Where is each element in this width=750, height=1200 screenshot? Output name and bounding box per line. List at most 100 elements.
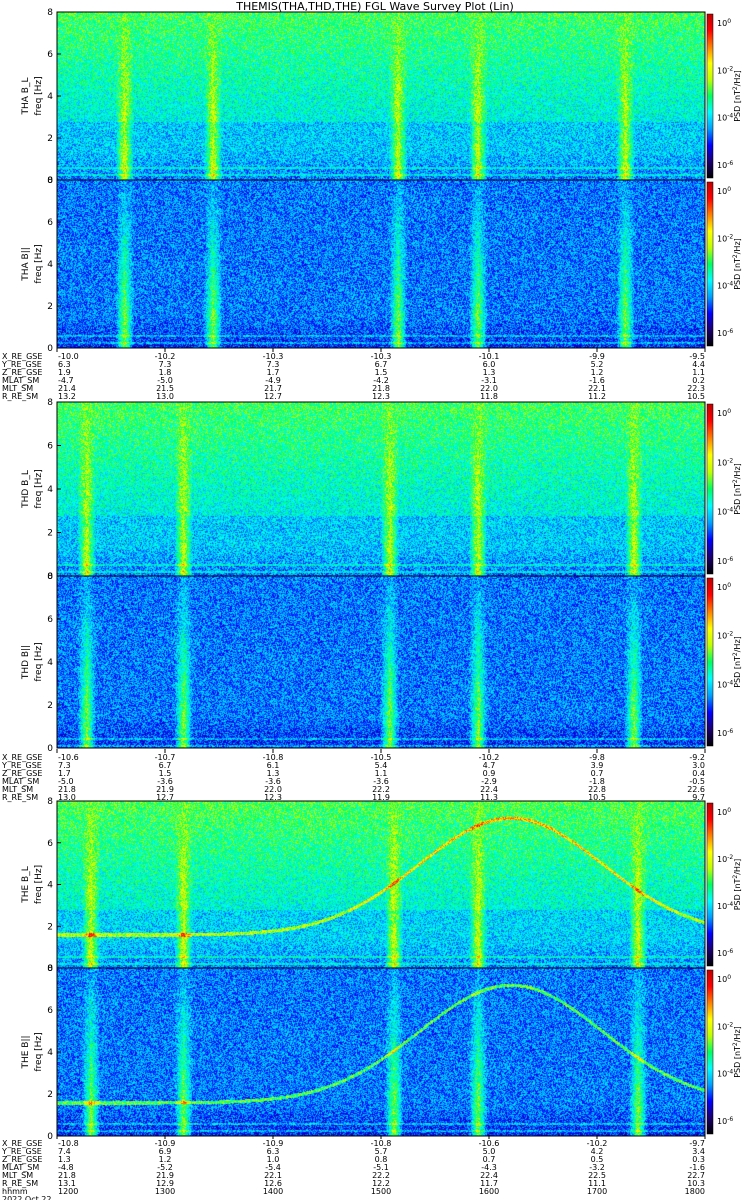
- colorbar-tick-label: 100: [717, 974, 731, 984]
- colorbar: 100 10-2 10-4 10-6 PSD [nT2/Hz]: [706, 802, 742, 967]
- y-tick-label: 6: [47, 218, 53, 228]
- ephemeris-value: 1400: [263, 1187, 283, 1196]
- y-tick-label: 6: [47, 442, 53, 452]
- spectrogram-panel-thd-3: 0 2 4 6 8 THD B|| freq [Hz] 100 10-2 10-4 10-6 PSD …: [21, 572, 742, 754]
- y-tick-label: 6: [47, 615, 53, 625]
- ephemeris-thd: X_RE_GSE -10.6 -10.7 -10.8 -10.5 -10.2 -9.8 -9.…: [1, 749, 706, 802]
- y-tick-label: 4: [47, 1048, 53, 1058]
- colorbar: 100 10-2 10-4 10-6 PSD [nT2/Hz]: [706, 181, 742, 347]
- ephemeris-value: 11.3: [480, 793, 498, 802]
- ephemeris-tha: X_RE_GSE -10.0 -10.2 -10.3 -10.3 -10.1 -9.9 -9.…: [1, 348, 706, 401]
- y-tick-label: 4: [47, 260, 53, 270]
- y-tick-label: 2: [47, 134, 53, 144]
- colorbar-tick-label: 10-2: [717, 854, 733, 864]
- plot-date: 2022 Oct 22: [2, 1195, 51, 1200]
- ephemeris-value: 1800: [685, 1187, 705, 1196]
- ephemeris-value: 13.2: [58, 392, 76, 401]
- spectrogram-image: [57, 576, 705, 748]
- y-tick-label: 4: [47, 92, 53, 102]
- ephemeris-value: 1500: [371, 1187, 391, 1196]
- colorbar-tick-label: 10-4: [717, 113, 733, 123]
- colorbar-tick-label: 10-4: [717, 679, 733, 689]
- ephemeris-value: 11.2: [588, 392, 606, 401]
- spectrogram-panel-thd-2: 02468THD B_L freq [Hz]10010-210-410-6PSD …: [21, 398, 742, 582]
- colorbar-scale: [706, 802, 714, 967]
- ephemeris-value: 12.3: [264, 793, 282, 802]
- y-tick-label: 0: [47, 1132, 53, 1142]
- y-tick-label: 2: [47, 529, 53, 539]
- colorbar: 100 10-2 10-4 10-6 PSD [nT2/Hz]: [706, 577, 742, 747]
- spectrogram-image: [57, 968, 705, 1136]
- colorbar-label: PSD [nT2/Hz]: [732, 636, 742, 688]
- panel-label: THE B||: [21, 1035, 31, 1069]
- y-tick-label: 0: [47, 744, 53, 754]
- panel-label: THD B_L: [21, 470, 31, 509]
- y-tick-label: 4: [47, 881, 53, 891]
- colorbar: 100 10-2 10-4 10-6 PSD [nT2/Hz]: [706, 13, 742, 179]
- ephemeris-the: X_RE_GSE -10.8 -10.9 -10.9 -10.8 -10.6 -10.2 -9…: [1, 1135, 706, 1200]
- colorbar-tick-label: 100: [717, 408, 731, 418]
- spectrogram-panel-the-5: 0 2 4 6 8 THE B|| freq [Hz] 100 10-2 10-4 10-6 PSD …: [21, 964, 742, 1142]
- panel-ylabel: freq [Hz]: [34, 1032, 44, 1071]
- colorbar-tick-label: 100: [717, 582, 731, 592]
- wave-survey-figure: THEMIS(THA,THD,THE) FGL Wave Survey Plot…: [1, 0, 742, 1200]
- panel-label: THA B_L: [21, 78, 31, 116]
- spectrogram-panel-tha-0: 02468THA B_L freq [Hz]10010-210-410-6PSD …: [21, 8, 742, 186]
- spectrogram-image: [57, 12, 705, 180]
- colorbar-tick-label: 100: [717, 807, 731, 817]
- y-tick-label: 8: [47, 797, 53, 807]
- y-tick-label: 2: [47, 922, 53, 932]
- ephemeris-value: 11.8: [480, 392, 498, 401]
- spectrogram-panel-the-4: 02468THE B_L freq [Hz]10010-210-410-6PSD …: [21, 797, 742, 974]
- ephemeris-value: 9.7: [692, 793, 705, 802]
- ephemeris-value: 13.0: [156, 392, 174, 401]
- spectrogram-image: [57, 402, 705, 576]
- panel-ylabel: freq [Hz]: [34, 642, 44, 681]
- y-tick-label: 4: [47, 485, 53, 495]
- y-tick-label: 8: [47, 398, 53, 408]
- colorbar-tick-label: 100: [717, 186, 731, 196]
- panel-label: THD B||: [21, 645, 31, 680]
- colorbar-label: PSD [nT2/Hz]: [732, 70, 742, 122]
- panel-ylabel: freq [Hz]: [34, 76, 44, 115]
- colorbar-tick-label: 10-2: [717, 631, 733, 641]
- ephemeris-value: 1300: [155, 1187, 175, 1196]
- colorbar-tick-label: 10-6: [717, 556, 733, 566]
- ephemeris-value: 1700: [587, 1187, 607, 1196]
- colorbar-label: PSD [nT2/Hz]: [732, 1026, 742, 1078]
- y-tick-label: 6: [47, 50, 53, 60]
- colorbar: 100 10-2 10-4 10-6 PSD [nT2/Hz]: [706, 969, 742, 1135]
- colorbar-tick-label: 10-6: [717, 948, 733, 958]
- panel-ylabel: freq [Hz]: [34, 244, 44, 283]
- y-tick-label: 8: [47, 964, 53, 974]
- spectrogram-image: [57, 180, 705, 348]
- colorbar: 100 10-2 10-4 10-6 PSD [nT2/Hz]: [706, 403, 742, 575]
- colorbar-tick-label: 10-4: [717, 507, 733, 517]
- ephemeris-value: 1200: [58, 1187, 78, 1196]
- y-tick-label: 6: [47, 839, 53, 849]
- colorbar-tick-label: 10-2: [717, 457, 733, 467]
- panel-label: THA B||: [21, 247, 31, 282]
- spectrogram-panel-tha-1: 0 2 4 6 8 THA B|| freq [Hz] 100 10-2 10-4 10-6 PSD …: [21, 176, 742, 354]
- ephemeris-value: 12.7: [264, 392, 282, 401]
- ephemeris-value: 12.3: [372, 392, 390, 401]
- colorbar-tick-label: 10-2: [717, 65, 733, 75]
- ephemeris-row-label: R_RE_SM: [2, 793, 38, 802]
- y-tick-label: 6: [47, 1006, 53, 1016]
- spectrogram-panels: 0 2 4 6 8 THA B_L freq [Hz] 100 10-2 10-4 10-6 PSD …: [21, 8, 742, 1142]
- colorbar-tick-label: 10-4: [717, 1069, 733, 1079]
- colorbar-tick-label: 10-6: [717, 728, 733, 738]
- colorbar-scale: [706, 403, 714, 575]
- colorbar-label: PSD [nT2/Hz]: [732, 859, 742, 911]
- y-tick-label: 2: [47, 701, 53, 711]
- colorbar-tick-label: 10-4: [717, 901, 733, 911]
- y-tick-label: 8: [47, 572, 53, 582]
- ephemeris-value: 11.9: [372, 793, 390, 802]
- ephemeris-value: 13.0: [58, 793, 76, 802]
- y-tick-label: 4: [47, 658, 53, 668]
- colorbar-tick-label: 10-6: [717, 1116, 733, 1126]
- y-tick-label: 2: [47, 1090, 53, 1100]
- colorbar-tick-label: 10-2: [717, 1021, 733, 1031]
- panel-ylabel: freq [Hz]: [34, 469, 44, 508]
- colorbar-tick-label: 100: [717, 18, 731, 28]
